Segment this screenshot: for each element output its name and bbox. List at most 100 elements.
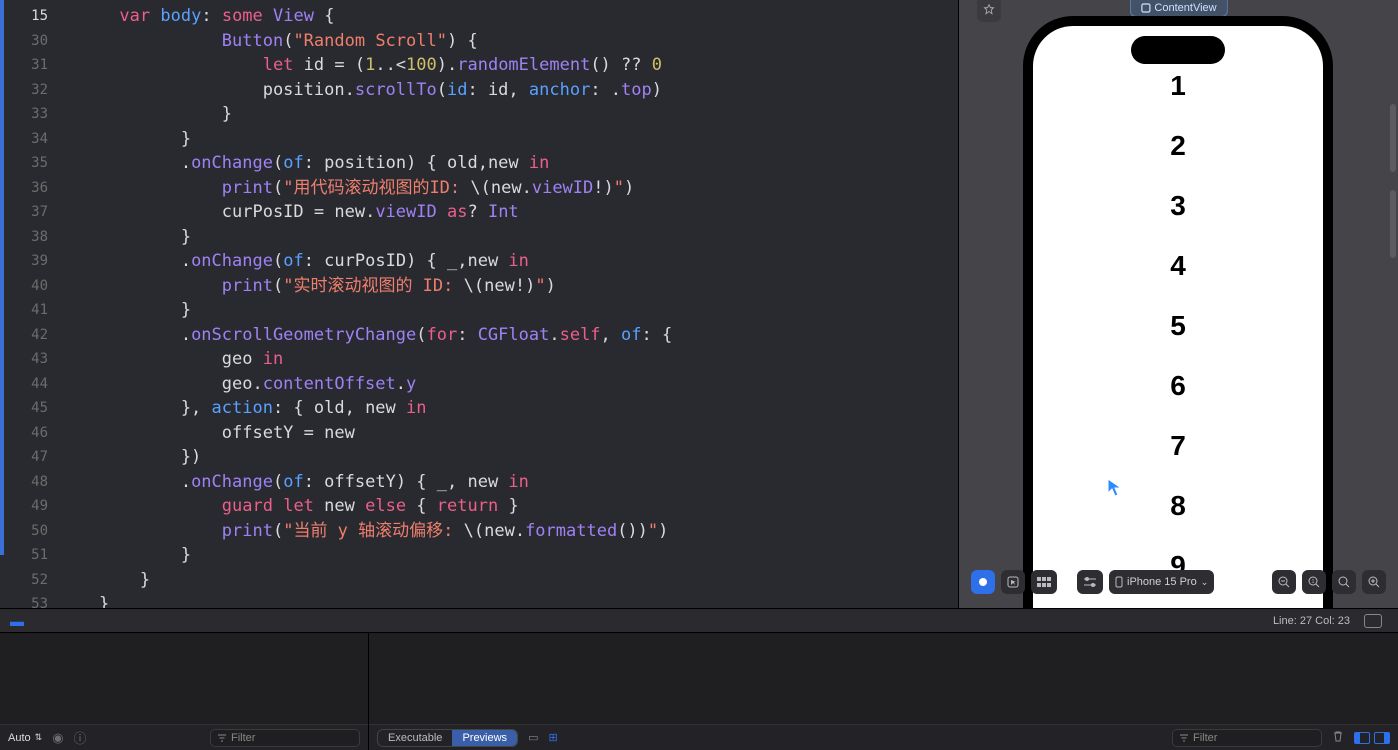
preview-title-text: ContentView (1154, 2, 1216, 14)
code-line: geo.contentOffset.y (58, 372, 958, 397)
metadata-button[interactable]: ▭ (528, 731, 538, 744)
auto-picker[interactable]: Auto ⇅ (8, 732, 42, 744)
code-line: var body: some View { (58, 4, 958, 29)
line-number: 39 (0, 249, 58, 274)
line-number: 15 (0, 4, 58, 29)
live-button[interactable] (971, 570, 995, 594)
process-button[interactable]: ⊞ (548, 731, 557, 744)
code-line: } (58, 568, 958, 593)
code-line: } (58, 592, 958, 608)
device-picker[interactable]: iPhone 15 Pro ⌄ (1109, 570, 1214, 594)
line-number: 30 (0, 29, 58, 54)
code-line: } (58, 102, 958, 127)
variables-view[interactable]: Auto ⇅ ◉ ⓘ Filter (0, 633, 369, 750)
code-line: } (58, 225, 958, 250)
workspace: 15 30 31 32 33 34 35 36 37 38 39 40 41 4… (0, 0, 1398, 608)
zoom-out-button[interactable] (1272, 570, 1296, 594)
list-item: 7 (1033, 416, 1323, 476)
zoom-100-button[interactable]: 1 (1302, 570, 1326, 594)
code-line: } (58, 298, 958, 323)
line-col-label: Line: 27 Col: 23 (1273, 615, 1350, 627)
line-number: 35 (0, 151, 58, 176)
code-line: print("实时滚动视图的 ID: \(new!)") (58, 274, 958, 299)
preview-title-chip[interactable]: ContentView (1129, 0, 1227, 17)
scroll-indicator (1390, 104, 1396, 172)
code-line: } (58, 543, 958, 568)
list-item: 3 (1033, 176, 1323, 236)
segment-executable[interactable]: Executable (378, 730, 452, 746)
sliders-icon (1083, 576, 1097, 588)
list-item: 1 (1033, 56, 1323, 116)
zoom-in-button[interactable] (1362, 570, 1386, 594)
quicklook-button[interactable]: ◉ (52, 730, 63, 746)
device-settings-button[interactable] (1077, 570, 1103, 594)
zoom-fit-icon (1338, 576, 1350, 588)
cursor-icon (1107, 478, 1123, 503)
filter-placeholder: Filter (1193, 732, 1217, 744)
code-line: let id = (1..<100).randomElement() ?? 0 (58, 53, 958, 78)
console-view[interactable]: Executable Previews ▭ ⊞ Filter (369, 633, 1398, 750)
line-number: 34 (0, 127, 58, 152)
svg-text:1: 1 (1312, 579, 1315, 585)
clear-button[interactable] (1332, 730, 1344, 745)
minimap-toggle[interactable] (1364, 614, 1382, 628)
preview-canvas[interactable]: ContentView 1 2 3 4 5 6 7 8 9 10 (958, 0, 1398, 608)
console-filter[interactable]: Filter (1172, 729, 1322, 747)
code-line: curPosID = new.viewID as? Int (58, 200, 958, 225)
chevron-down-icon: ⌄ (1201, 577, 1209, 588)
device-screen[interactable]: 1 2 3 4 5 6 7 8 9 10 (1033, 26, 1323, 608)
line-number: 37 (0, 200, 58, 225)
code-line: .onChange(of: offsetY) { _, new in (58, 470, 958, 495)
line-number: 49 (0, 494, 58, 519)
code-line: }, action: { old, new in (58, 396, 958, 421)
line-number: 52 (0, 568, 58, 593)
grid-icon (1037, 577, 1051, 587)
line-number: 44 (0, 372, 58, 397)
variables-filter[interactable]: Filter (210, 729, 360, 747)
output-segment[interactable]: Executable Previews (377, 729, 518, 747)
line-number: 38 (0, 225, 58, 250)
code-line: .onScrollGeometryChange(for: CGFloat.sel… (58, 323, 958, 348)
code-line: offsetY = new (58, 421, 958, 446)
line-number: 42 (0, 323, 58, 348)
info-button[interactable]: ⓘ (74, 728, 87, 747)
console-bottombar: Executable Previews ▭ ⊞ Filter (369, 724, 1398, 750)
auto-label: Auto (8, 732, 31, 744)
dynamic-island (1131, 36, 1225, 64)
code-line: geo in (58, 347, 958, 372)
play-icon (978, 577, 988, 587)
segment-previews[interactable]: Previews (452, 730, 517, 746)
device-frame: 1 2 3 4 5 6 7 8 9 10 (1023, 16, 1333, 608)
list-item: 2 (1033, 116, 1323, 176)
line-number: 31 (0, 53, 58, 78)
variables-bottombar: Auto ⇅ ◉ ⓘ Filter (0, 724, 368, 750)
trash-icon (1332, 730, 1344, 742)
line-number: 47 (0, 445, 58, 470)
debug-area: Auto ⇅ ◉ ⓘ Filter Executable Previews ▭ … (0, 632, 1398, 750)
line-number: 40 (0, 274, 58, 299)
zoom-out-icon (1278, 576, 1290, 588)
pane-toggles (1354, 732, 1390, 744)
toggle-right-pane[interactable] (1374, 732, 1390, 744)
phone-icon (1115, 576, 1123, 588)
variants-button[interactable] (1031, 570, 1057, 594)
selectable-button[interactable] (1001, 570, 1025, 594)
list-item: 6 (1033, 356, 1323, 416)
pin-button[interactable] (977, 0, 1001, 22)
filter-icon (217, 733, 227, 743)
code-line: Button("Random Scroll") { (58, 29, 958, 54)
line-gutter: 15 30 31 32 33 34 35 36 37 38 39 40 41 4… (0, 0, 58, 608)
code-line: print("当前 y 轴滚动偏移: \(new.formatted())") (58, 519, 958, 544)
line-number: 36 (0, 176, 58, 201)
toggle-left-pane[interactable] (1354, 732, 1370, 744)
line-number: 33 (0, 102, 58, 127)
filter-icon (1179, 733, 1189, 743)
scroll-content[interactable]: 1 2 3 4 5 6 7 8 9 10 (1033, 26, 1323, 608)
code-line: guard let new else { return } (58, 494, 958, 519)
list-item: 5 (1033, 296, 1323, 356)
list-item: 8 (1033, 476, 1323, 536)
code-editor[interactable]: 15 30 31 32 33 34 35 36 37 38 39 40 41 4… (0, 0, 958, 608)
zoom-fit-button[interactable] (1332, 570, 1356, 594)
code-body[interactable]: var body: some View { Button("Random Scr… (58, 0, 958, 608)
code-line: } (58, 127, 958, 152)
